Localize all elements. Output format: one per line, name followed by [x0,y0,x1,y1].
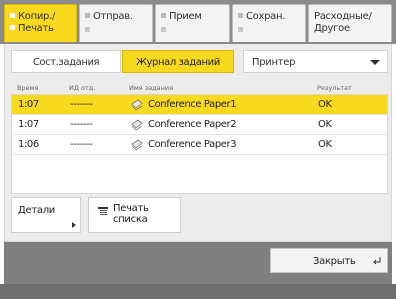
tab-receive[interactable]: Прием [155,4,230,42]
tab-indicator-icon [10,13,15,18]
chevron-down-icon [370,60,380,65]
tab-indicator-icon [10,25,15,30]
print-list-icon [98,207,108,215]
tab-consumables-label-2: Другое [314,23,350,34]
tab-indicator-icon [161,27,166,32]
tab-indicator-icon [161,13,166,18]
table-row[interactable]: 1:06 ------- Conference Paper3 OK [12,135,387,155]
footer-bar: Закрыть [4,242,392,284]
table-row[interactable]: 1:07 ------- Conference Paper1 OK [12,95,387,115]
tab-copy-print-label: Копир./ [18,11,56,22]
print-list-button[interactable]: Печать списка [88,197,181,233]
table-row[interactable]: 1:07 ------- Conference Paper2 OK [12,115,387,135]
job-log-panel: Сост.задания Журнал заданий Принтер Врем… [4,44,392,242]
print-list-label-2: списка [113,214,148,225]
row-job-name: Conference Paper3 [148,139,237,150]
row-dept-id: ------- [70,99,93,110]
column-header-result: Результат [317,84,352,92]
row-dept-id: ------- [70,119,93,130]
document-icon [131,119,143,131]
tab-store[interactable]: Сохран. [232,4,306,42]
tab-consumables-other[interactable]: Расходные/ Другое [308,4,392,42]
tab-receive-label: Прием [169,11,202,22]
column-header-dept-id: ИД отд. [69,84,96,92]
document-icon [131,99,143,111]
row-result: OK [318,99,332,110]
return-icon [373,257,381,265]
tab-job-log[interactable]: Журнал заданий [122,50,234,73]
document-icon [131,139,143,151]
column-header-job-name: Имя задания [129,84,174,92]
tab-consumables-label: Расходные/ [314,11,372,22]
row-time: 1:07 [18,119,39,130]
tab-send[interactable]: Отправ. [79,4,153,42]
tab-copy-print-label-2: Печать [18,23,54,34]
tab-store-label: Сохран. [246,11,286,22]
close-button[interactable]: Закрыть [270,248,388,273]
row-time: 1:06 [18,139,39,150]
tab-job-status[interactable]: Сост.задания [11,50,121,73]
row-dept-id: ------- [70,139,93,150]
row-result: OK [318,119,332,130]
column-header-time: Время [17,84,39,92]
tab-indicator-icon [85,13,90,18]
bottom-strip [0,284,396,299]
tab-indicator-icon [85,27,90,32]
details-button[interactable]: Детали [11,197,81,233]
job-table: 1:07 ------- Conference Paper1 OK 1:07 -… [11,94,388,194]
chevron-right-icon [72,222,76,228]
tab-send-label: Отправ. [93,11,133,22]
row-job-name: Conference Paper1 [148,99,237,110]
row-time: 1:07 [18,99,39,110]
row-result: OK [318,139,332,150]
row-job-name: Conference Paper2 [148,119,237,130]
tab-indicator-icon [238,27,243,32]
device-type-select-value: Принтер [252,57,296,68]
tab-copy-print[interactable]: Копир./ Печать [4,4,77,42]
details-button-label: Детали [18,205,56,216]
print-list-label: Печать [113,203,149,214]
function-tab-bar: Копир./ Печать Отправ. Прием Сохран. Рас… [0,0,396,44]
close-button-label: Закрыть [313,256,356,267]
device-type-select[interactable]: Принтер [243,50,388,73]
tab-indicator-icon [238,13,243,18]
job-table-header: Время ИД отд. Имя задания Результат [11,82,388,94]
